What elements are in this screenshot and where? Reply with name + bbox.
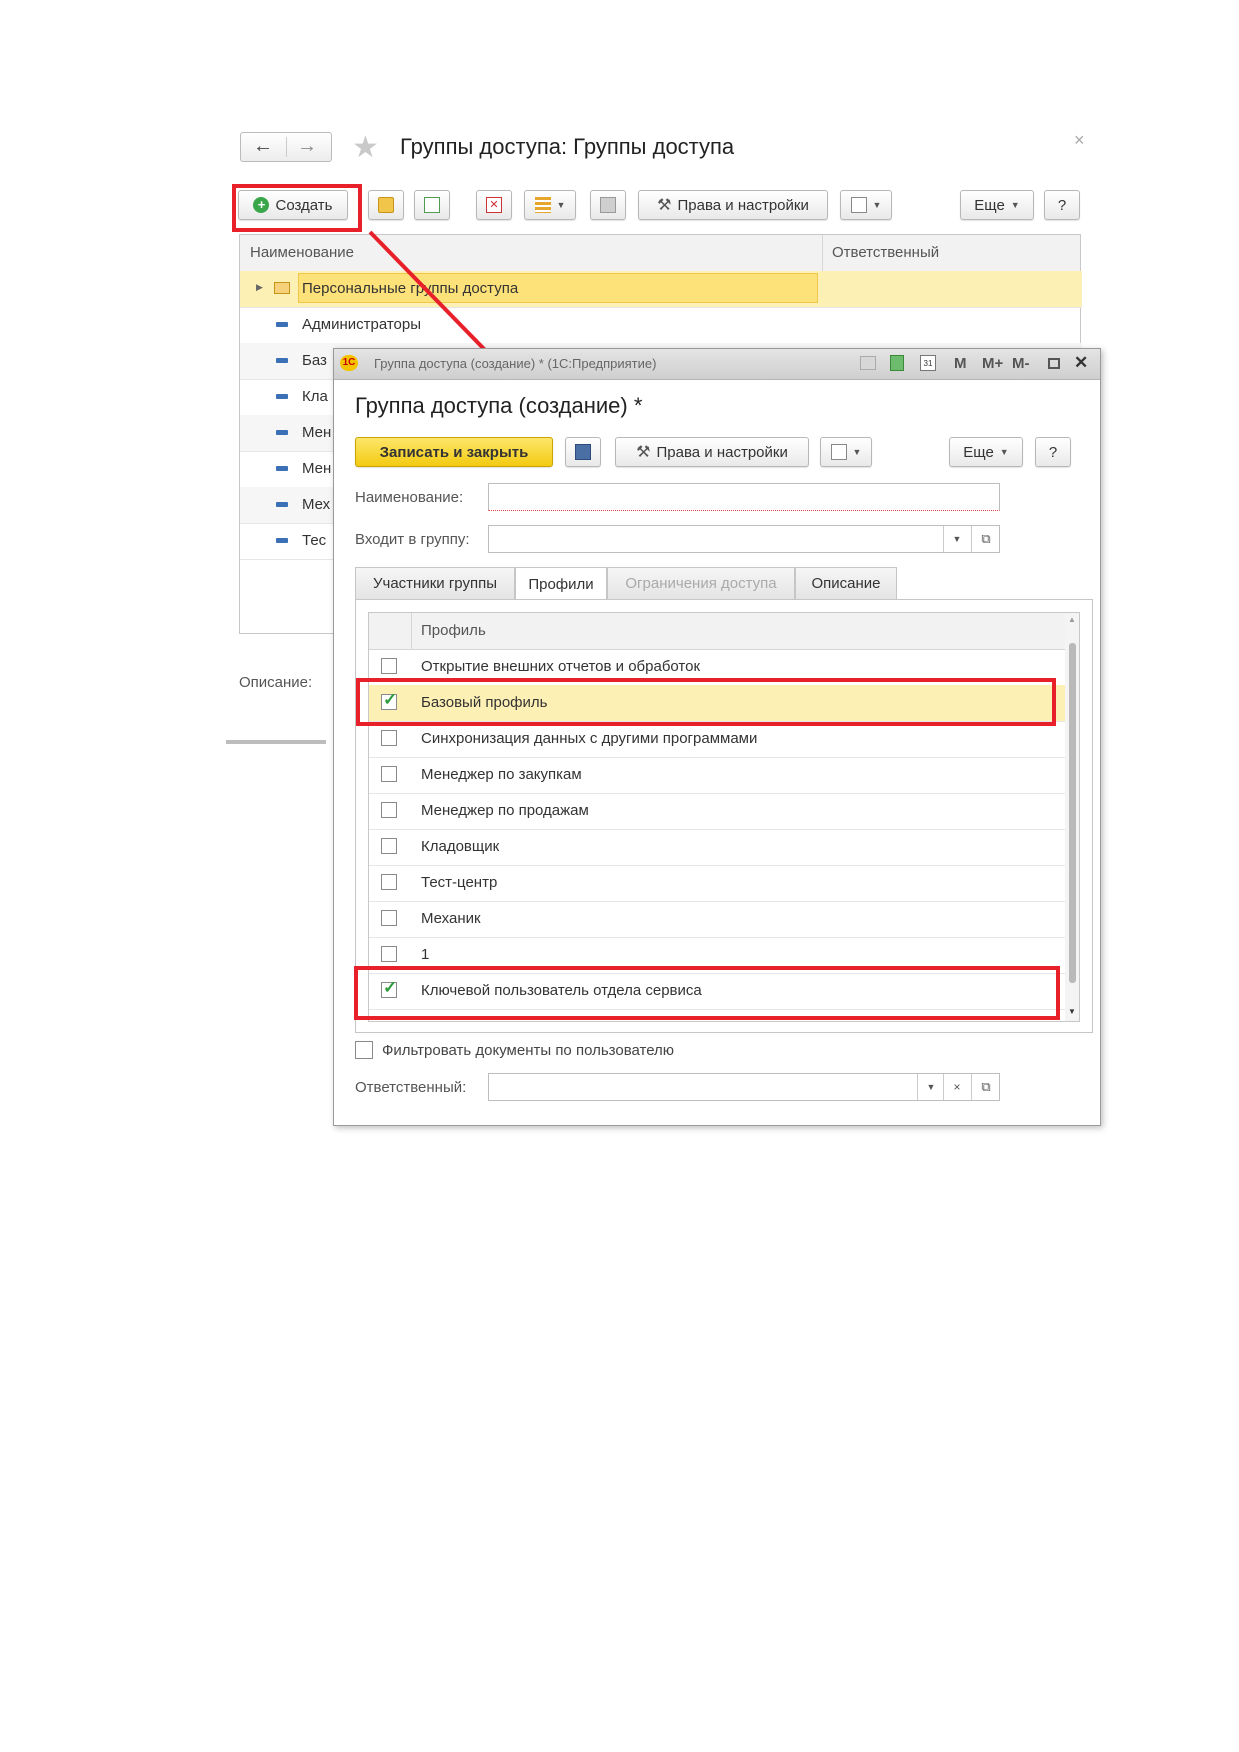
form-heading: Группа доступа (создание) * [355,393,643,418]
tools-icon: ⚒ [636,444,651,461]
more-button[interactable]: Еще ▼ [949,437,1023,467]
profile-label: Механик [421,910,481,927]
tab-label: Профили [528,575,594,593]
profile-checkbox[interactable] [381,946,397,962]
profile-label: Синхронизация данных с другими программа… [421,730,758,747]
tab-label: Участники группы [373,575,497,592]
profile-column-header[interactable]: Профиль [421,622,486,639]
profile-label: Кладовщик [421,838,500,855]
window-titlebar: 1С Группа доступа (создание) * (1С:Предп… [334,349,1100,380]
profile-checkbox[interactable] [381,658,397,674]
print-icon[interactable] [860,356,876,370]
profiles-table: Профиль Открытие внешних отчетов и обраб… [368,612,1080,1022]
profile-label: Тест-центр [421,874,498,891]
tab-access-restrictions[interactable]: Ограничения доступа [607,567,795,599]
profile-label: Открытие внешних отчетов и обработок [421,658,701,675]
tab-bar: Участники группы Профили Ограничения дос… [355,567,1077,600]
scrollbar[interactable]: ▲ ▼ [1065,613,1079,1021]
profile-row[interactable]: Менеджер по продажам [369,793,1065,830]
profile-label: Менеджер по закупкам [421,766,582,783]
responsible-dropdown-button[interactable]: ▼ [917,1074,944,1100]
profile-row[interactable]: Менеджер по закупкам [369,757,1065,794]
calculator-icon[interactable] [890,355,904,371]
help-button[interactable]: ? [1035,437,1071,467]
rights-settings-label: Права и настройки [656,443,788,461]
profile-checkbox[interactable] [381,766,397,782]
app-logo-icon: 1С [340,355,358,371]
key-user-profile-highlight-box [354,966,1060,1020]
memory-m-button[interactable]: M [954,355,967,372]
chevron-down-icon: ▼ [999,447,1009,457]
profile-label: Менеджер по продажам [421,802,589,819]
scroll-thumb[interactable] [1069,643,1076,983]
floppy-disk-icon [575,444,591,460]
responsible-label: Ответственный: [355,1079,467,1096]
profile-checkbox[interactable] [381,802,397,818]
profile-checkbox[interactable] [381,874,397,890]
profile-row[interactable]: Тест-центр [369,865,1065,902]
memory-minus-button[interactable]: M- [1012,355,1030,372]
titlebar-text: Группа доступа (создание) * (1С:Предприя… [374,356,657,371]
name-input[interactable] [488,483,1000,511]
profile-row[interactable]: Механик [369,901,1065,938]
profile-checkbox[interactable] [381,730,397,746]
group-label: Входит в группу: [355,531,470,548]
filter-checkbox[interactable] [355,1041,373,1059]
base-profile-highlight-box [356,678,1056,726]
scroll-up-icon[interactable]: ▲ [1068,615,1076,624]
profile-row[interactable]: Кладовщик [369,829,1065,866]
chevron-down-icon: ▼ [852,447,862,457]
save-and-close-label: Записать и закрыть [379,443,529,461]
filter-label: Фильтровать документы по пользователю [382,1042,675,1059]
responsible-clear-button[interactable]: × [943,1074,970,1100]
profile-checkbox[interactable] [381,838,397,854]
maximize-icon[interactable] [1048,358,1060,369]
profiles-header: Профиль [369,613,1065,650]
save-and-close-button[interactable]: Записать и закрыть [355,437,553,467]
more-label: Еще [963,443,994,461]
group-dropdown-button[interactable]: ▼ [943,526,970,552]
group-input[interactable]: ▼ ⧉ [488,525,1000,553]
tab-label: Ограничения доступа [625,575,777,592]
rights-settings-button[interactable]: ⚒ Права и настройки [615,437,809,467]
memory-plus-button[interactable]: M+ [982,355,1003,372]
profile-label: 1 [421,946,430,963]
report-icon [830,444,847,460]
tab-label: Описание [811,575,881,592]
calendar-icon[interactable]: 31 [920,355,936,371]
group-open-button[interactable]: ⧉ [971,526,1000,552]
scroll-down-icon[interactable]: ▼ [1068,1007,1076,1016]
profile-row[interactable]: Синхронизация данных с другими программа… [369,721,1065,758]
help-label: ? [1048,443,1058,461]
tab-group-members[interactable]: Участники группы [355,567,515,599]
tab-profiles[interactable]: Профили [515,567,607,600]
tab-description[interactable]: Описание [795,567,897,599]
window-close-icon[interactable]: ✕ [1074,353,1088,373]
report-menu-button[interactable]: ▼ [820,437,872,467]
profile-checkbox[interactable] [381,910,397,926]
responsible-open-button[interactable]: ⧉ [971,1074,1000,1100]
name-label: Наименование: [355,489,464,506]
responsible-input[interactable]: ▼ × ⧉ [488,1073,1000,1101]
save-button[interactable] [565,437,601,467]
